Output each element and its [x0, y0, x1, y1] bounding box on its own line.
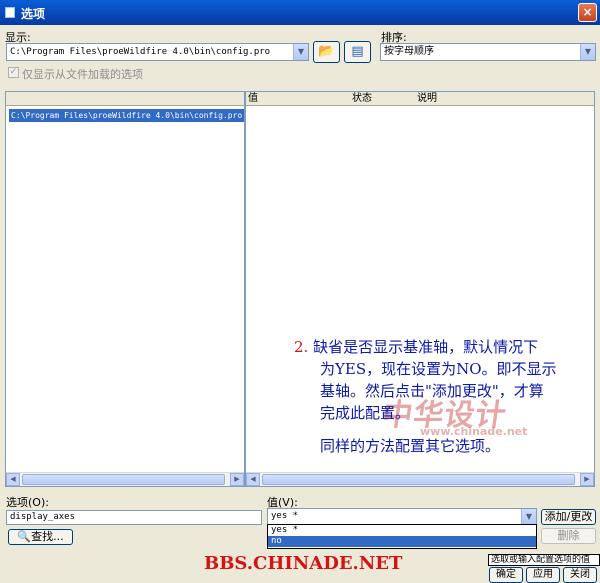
- delete-button[interactable]: 删除: [541, 528, 596, 544]
- tree-header: [6, 92, 244, 106]
- filter-checkbox-label: 仅显示从文件加载的选项: [22, 68, 143, 81]
- display-value: C:\Program Files\proeWildfire 4.0\bin\co…: [10, 47, 271, 57]
- tree-scrollbar[interactable]: ◀ ▶: [6, 472, 244, 486]
- tree-item-config[interactable]: C:\Program Files\proeWildfire 4.0\bin\co…: [9, 109, 245, 122]
- close-window-button[interactable]: ×: [578, 3, 597, 22]
- config-file-tree[interactable]: C:\Program Files\proeWildfire 4.0\bin\co…: [5, 91, 245, 487]
- annotation-line: 基轴。然后点击"添加更改"，才算: [320, 382, 544, 400]
- close-button[interactable]: 关闭: [563, 567, 597, 583]
- filter-checkbox[interactable]: ✓: [8, 67, 19, 78]
- add-change-button[interactable]: 添加/更改: [541, 509, 596, 525]
- ok-button[interactable]: 确定: [489, 567, 523, 583]
- column-description[interactable]: 说明: [417, 92, 437, 105]
- value-option-no[interactable]: no: [268, 536, 536, 547]
- folder-open-icon: 📂: [318, 44, 335, 59]
- option-label: 选项(O):: [6, 496, 49, 509]
- save-config-icon: ▤: [351, 44, 364, 59]
- save-config-button[interactable]: ▤: [344, 41, 371, 63]
- find-button-label: 查找...: [31, 530, 64, 543]
- annotation-line: 完成此配置。: [320, 404, 411, 422]
- sort-combo[interactable]: 按字母顺序 ▼: [380, 43, 596, 61]
- window-title: 选项: [21, 7, 46, 21]
- open-file-button[interactable]: 📂: [313, 41, 340, 63]
- title-bar: 选项 ×: [0, 0, 600, 25]
- scroll-thumb[interactable]: [22, 474, 225, 485]
- magnifier-icon: 🔍: [17, 530, 32, 543]
- app-icon: [5, 7, 15, 18]
- value-current: yes *: [271, 511, 299, 521]
- options-header: 值 状态 说明: [246, 92, 594, 106]
- status-tooltip: 选取或输入配置选项的值: [488, 554, 600, 566]
- chevron-down-icon[interactable]: ▼: [521, 509, 536, 524]
- scroll-right-icon[interactable]: ▶: [580, 473, 594, 486]
- value-option-yes[interactable]: yes *: [268, 525, 536, 536]
- value-combo[interactable]: yes * ▼: [267, 508, 537, 525]
- scroll-right-icon[interactable]: ▶: [230, 473, 244, 486]
- find-button[interactable]: 🔍查找...: [8, 529, 73, 545]
- display-combo[interactable]: C:\Program Files\proeWildfire 4.0\bin\co…: [6, 43, 309, 61]
- column-value[interactable]: 值: [248, 92, 258, 105]
- chevron-down-icon[interactable]: ▼: [580, 44, 595, 60]
- tutorial-annotation: 2. 缺省是否显示基准轴，默认情况下 为YES，现在设置为NO。即不显示 基轴。…: [294, 336, 594, 457]
- options-scrollbar[interactable]: ◀ ▶: [246, 472, 594, 486]
- option-input[interactable]: display_axes: [6, 510, 262, 525]
- chevron-down-icon[interactable]: ▼: [293, 44, 308, 60]
- apply-button[interactable]: 应用: [526, 567, 560, 583]
- value-dropdown-list[interactable]: yes * no: [267, 524, 537, 549]
- scroll-thumb[interactable]: [262, 474, 575, 485]
- scroll-left-icon[interactable]: ◀: [6, 473, 20, 486]
- sort-value: 按字母顺序: [384, 46, 434, 57]
- annotation-number: 2.: [294, 338, 309, 356]
- annotation-line: 缺省是否显示基准轴，默认情况下: [313, 338, 539, 356]
- column-status[interactable]: 状态: [352, 92, 372, 105]
- scroll-left-icon[interactable]: ◀: [246, 473, 260, 486]
- forum-watermark: BBS.CHINADE.NET: [204, 553, 403, 574]
- annotation-extra: 同样的方法配置其它选项。: [320, 437, 501, 455]
- annotation-line: 为YES，现在设置为NO。即不显示: [320, 360, 557, 378]
